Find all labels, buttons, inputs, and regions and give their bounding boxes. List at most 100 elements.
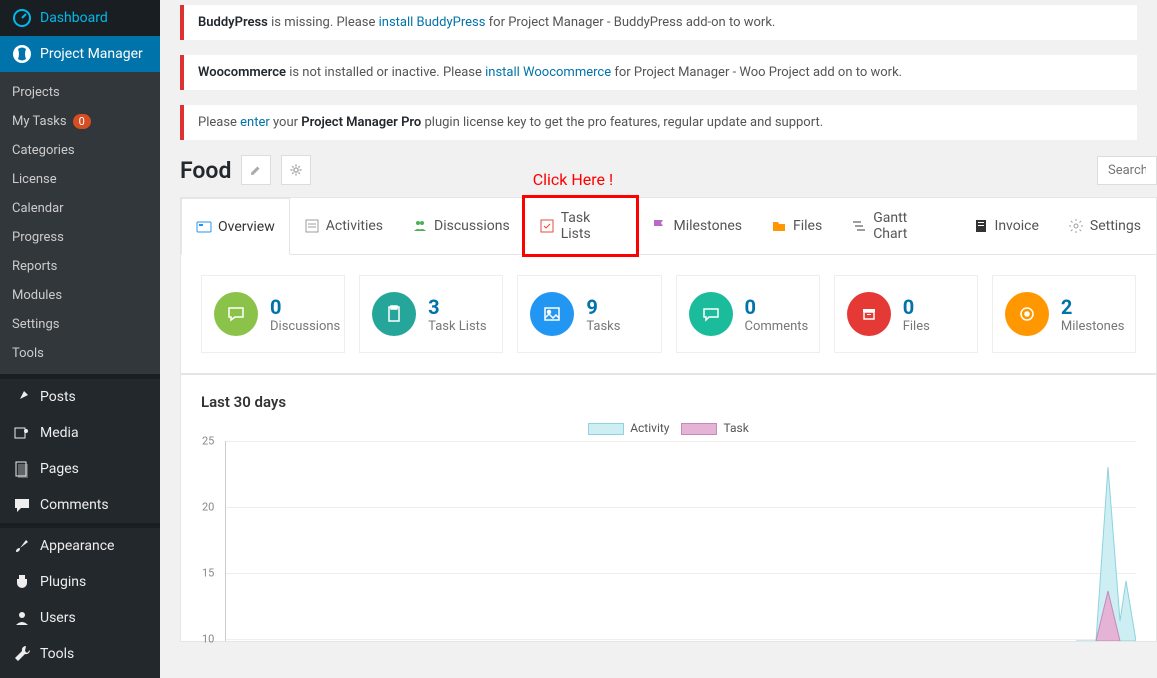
comment-icon xyxy=(689,292,733,336)
overview-icon xyxy=(196,219,212,235)
project-manager-icon xyxy=(12,44,32,64)
stat-card-tasks[interactable]: 9Tasks xyxy=(517,275,661,353)
page-title: Food xyxy=(180,157,231,184)
image-icon xyxy=(530,292,574,336)
sidebar-item-tools[interactable]: Tools xyxy=(0,636,160,672)
pages-icon xyxy=(12,459,32,479)
tab-discussions[interactable]: Discussions xyxy=(398,198,525,254)
sidebar-sub-calendar[interactable]: Calendar xyxy=(0,194,160,223)
stat-card-files[interactable]: 0Files xyxy=(834,275,978,353)
sidebar-sub-tools[interactable]: Tools xyxy=(0,339,160,368)
chart-title: Last 30 days xyxy=(201,393,1136,411)
stat-card-discussions[interactable]: 0Discussions xyxy=(201,275,345,353)
invoice-icon xyxy=(973,218,989,234)
install-woocommerce-link[interactable]: install Woocommerce xyxy=(485,65,611,80)
sidebar-item-label: Dashboard xyxy=(40,10,108,26)
sidebar-item-appearance[interactable]: Appearance xyxy=(0,528,160,564)
sidebar-sub-projects[interactable]: Projects xyxy=(0,78,160,107)
project-tabs: Overview Activities Discussions Click He… xyxy=(180,197,1157,254)
chart-legend: Activity Task xyxy=(201,421,1136,435)
stat-card-comments[interactable]: 0Comments xyxy=(676,275,820,353)
activities-icon xyxy=(304,218,320,234)
sidebar-item-label: Media xyxy=(40,425,79,441)
legend-activity: Activity xyxy=(588,421,669,435)
y-tick: 25 xyxy=(202,435,214,448)
target-icon xyxy=(1005,292,1049,336)
sidebar-item-pages[interactable]: Pages xyxy=(0,451,160,487)
sidebar-item-users[interactable]: Users xyxy=(0,600,160,636)
clipboard-icon xyxy=(372,292,416,336)
tasks-badge: 0 xyxy=(73,114,91,129)
pin-icon xyxy=(12,387,32,407)
sidebar-sub-license[interactable]: License xyxy=(0,165,160,194)
sidebar-submenu: Projects My Tasks0 Categories License Ca… xyxy=(0,72,160,374)
sidebar-item-plugins[interactable]: Plugins xyxy=(0,564,160,600)
wrench-icon xyxy=(12,644,32,664)
y-tick: 15 xyxy=(202,567,214,580)
click-here-annotation: Click Here ! xyxy=(533,170,613,189)
stat-card-milestones[interactable]: 2Milestones xyxy=(992,275,1136,353)
main-content: BuddyPress is missing. Please install Bu… xyxy=(160,0,1157,678)
dashboard-icon xyxy=(12,8,32,28)
activity-chart: Last 30 days Activity Task 25 20 15 10 xyxy=(180,374,1157,642)
admin-notices: BuddyPress is missing. Please install Bu… xyxy=(180,5,1157,140)
sidebar-item-comments[interactable]: Comments xyxy=(0,487,160,523)
notice-woocommerce: Woocommerce is not installed or inactive… xyxy=(180,55,1137,90)
y-tick: 20 xyxy=(202,501,214,514)
page-title-row: Food xyxy=(180,155,1157,185)
sidebar-item-label: Users xyxy=(40,610,76,626)
users-icon xyxy=(12,608,32,628)
install-buddypress-link[interactable]: install BuddyPress xyxy=(379,15,486,30)
gear-icon xyxy=(289,163,303,177)
project-settings-button[interactable] xyxy=(281,155,311,185)
gantt-icon xyxy=(851,218,867,234)
sidebar-sub-settings[interactable]: Settings xyxy=(0,310,160,339)
y-tick: 10 xyxy=(202,633,214,646)
pencil-icon xyxy=(249,163,263,177)
admin-sidebar: Dashboard Project Manager Projects My Ta… xyxy=(0,0,160,678)
tab-task-lists[interactable]: Click Here ! Task Lists xyxy=(525,198,638,254)
tab-gantt-chart[interactable]: Gantt Chart xyxy=(837,198,958,254)
sidebar-item-label: Pages xyxy=(40,461,79,477)
flag-icon xyxy=(651,218,667,234)
sidebar-item-label: Plugins xyxy=(40,574,86,590)
chart-spike xyxy=(1076,441,1136,641)
tab-milestones[interactable]: Milestones xyxy=(637,198,757,254)
sidebar-item-posts[interactable]: Posts xyxy=(0,379,160,415)
sidebar-item-label: Posts xyxy=(40,389,76,405)
tab-settings[interactable]: Settings xyxy=(1054,198,1156,254)
sidebar-item-label: Comments xyxy=(40,497,109,513)
sidebar-item-project-manager[interactable]: Project Manager xyxy=(0,36,160,72)
archive-icon xyxy=(847,292,891,336)
tab-invoice[interactable]: Invoice xyxy=(959,198,1054,254)
sidebar-sub-reports[interactable]: Reports xyxy=(0,252,160,281)
sidebar-sub-categories[interactable]: Categories xyxy=(0,136,160,165)
folder-icon xyxy=(771,218,787,234)
tab-overview[interactable]: Overview xyxy=(181,198,290,255)
notice-license: Please enter your Project Manager Pro pl… xyxy=(180,105,1137,140)
sidebar-item-label: Appearance xyxy=(40,538,114,554)
notice-buddypress: BuddyPress is missing. Please install Bu… xyxy=(180,5,1137,40)
tasklists-icon xyxy=(539,218,555,234)
gear-icon xyxy=(1068,218,1084,234)
chat-icon xyxy=(214,292,258,336)
sidebar-item-dashboard[interactable]: Dashboard xyxy=(0,0,160,36)
discussions-icon xyxy=(412,218,428,234)
enter-license-link[interactable]: enter xyxy=(240,115,270,130)
comments-icon xyxy=(12,495,32,515)
search-box xyxy=(1097,156,1157,185)
tab-files[interactable]: Files xyxy=(757,198,837,254)
legend-task: Task xyxy=(681,421,748,435)
plug-icon xyxy=(12,572,32,592)
sidebar-sub-progress[interactable]: Progress xyxy=(0,223,160,252)
search-input[interactable] xyxy=(1097,156,1157,185)
edit-project-button[interactable] xyxy=(241,155,271,185)
sidebar-item-media[interactable]: Media xyxy=(0,415,160,451)
brush-icon xyxy=(12,536,32,556)
sidebar-sub-modules[interactable]: Modules xyxy=(0,281,160,310)
sidebar-item-label: Tools xyxy=(40,646,74,662)
stat-card-tasklists[interactable]: 3Task Lists xyxy=(359,275,503,353)
tab-activities[interactable]: Activities xyxy=(290,198,398,254)
sidebar-sub-mytasks[interactable]: My Tasks0 xyxy=(0,107,160,136)
stat-cards: 0Discussions 3Task Lists 9Tasks 0Comment… xyxy=(180,254,1157,374)
